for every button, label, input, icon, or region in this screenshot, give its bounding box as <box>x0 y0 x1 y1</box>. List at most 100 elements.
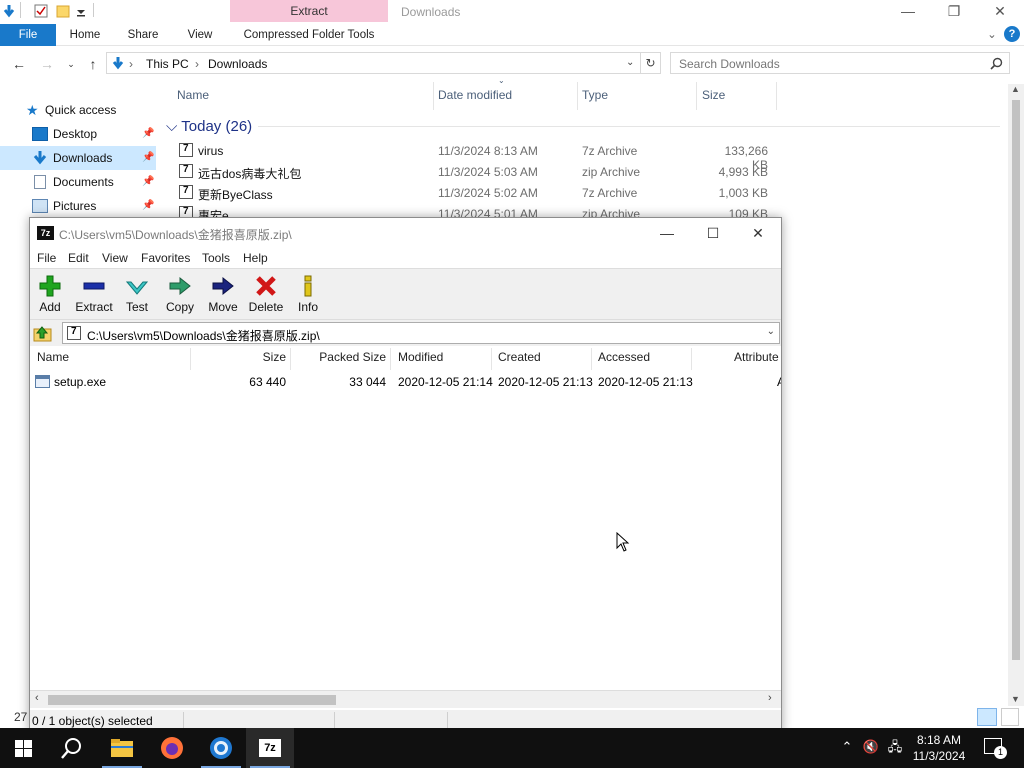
details-view-icon[interactable] <box>977 708 997 726</box>
info-button[interactable]: Info <box>286 273 330 317</box>
sidebar-item-downloads[interactable]: Downloads 📌 <box>0 146 156 170</box>
tab-share[interactable]: Share <box>116 24 170 46</box>
close-button[interactable]: ✕ <box>977 0 1023 24</box>
horizontal-scrollbar[interactable]: ‹ › <box>30 690 781 708</box>
taskbar-file-explorer[interactable] <box>98 728 146 768</box>
tab-file[interactable]: File <box>0 24 56 46</box>
col-created[interactable]: Created <box>498 350 541 370</box>
breadcrumb-this-pc[interactable]: This PC <box>146 57 189 71</box>
system-clock[interactable]: 8:18 AM 11/3/2024 <box>904 732 974 764</box>
volume-muted-icon[interactable]: 🔇 <box>862 738 880 756</box>
file-row[interactable]: 更新ByeClass 11/3/2024 5:02 AM 7z Archive … <box>176 183 776 204</box>
address-dropdown-icon[interactable]: ⌄ <box>626 57 634 68</box>
tray-chevron-icon[interactable]: ⌃ <box>838 738 856 756</box>
address-bar[interactable]: › This PC › Downloads ⌄ <box>106 52 641 74</box>
search-input[interactable]: Search Downloads <box>670 52 1010 74</box>
start-button[interactable] <box>0 728 48 768</box>
extract-button[interactable]: Extract <box>72 273 116 317</box>
file-size: 1,003 KB <box>718 186 768 200</box>
tab-view[interactable]: View <box>174 24 226 46</box>
taskbar-firefox[interactable] <box>148 728 196 768</box>
file-date: 11/3/2024 5:03 AM <box>438 165 538 179</box>
vertical-scrollbar[interactable]: ▲ ▼ <box>1008 84 1024 706</box>
maximize-button[interactable]: ❐ <box>931 0 977 24</box>
tab-compressed-folder-tools[interactable]: Compressed Folder Tools <box>230 24 388 46</box>
scroll-left-icon[interactable]: ‹ <box>35 692 39 704</box>
sidebar-item-documents[interactable]: Documents 📌 <box>0 170 156 194</box>
tab-home[interactable]: Home <box>58 24 112 46</box>
scrollbar-thumb[interactable] <box>1012 100 1020 660</box>
file-type: 7z Archive <box>582 144 638 158</box>
ribbon-expand-icon[interactable]: ⌄ <box>984 24 1000 46</box>
column-date-modified[interactable]: Date modified <box>438 88 512 102</box>
scrollbar-thumb[interactable] <box>48 695 336 705</box>
menu-file[interactable]: File <box>37 251 56 265</box>
table-row[interactable]: setup.exe 63 440 33 044 2020-12-05 21:14… <box>30 372 781 392</box>
7zip-close-button[interactable]: ✕ <box>735 223 781 243</box>
7zip-file-list: Name Size Packed Size Modified Created A… <box>30 346 781 689</box>
windows-logo-icon <box>15 740 32 757</box>
column-size[interactable]: Size <box>702 88 725 102</box>
path-dropdown-icon[interactable]: ⌄ <box>767 326 775 337</box>
column-divider <box>591 348 592 370</box>
taskbar-7zip[interactable]: 7z <box>246 728 294 768</box>
col-attribute[interactable]: Attribute <box>734 350 779 370</box>
menu-help[interactable]: Help <box>243 251 268 265</box>
menu-edit[interactable]: Edit <box>68 251 89 265</box>
minimize-button[interactable]: — <box>885 0 931 24</box>
up-folder-icon[interactable] <box>33 324 53 342</box>
sidebar-item-desktop[interactable]: Desktop 📌 <box>0 122 156 146</box>
path-text: C:\Users\vm5\Downloads\金猪报喜原版.zip\ <box>87 329 320 343</box>
copy-button[interactable]: Copy <box>158 273 202 317</box>
recent-chevron-icon[interactable]: ⌄ <box>62 54 80 74</box>
large-icons-view-icon[interactable] <box>1001 708 1019 726</box>
7zip-path-input[interactable]: C:\Users\vm5\Downloads\金猪报喜原版.zip\ ⌄ <box>62 322 780 344</box>
item-count: 27 <box>14 710 28 724</box>
search-icon <box>61 738 81 759</box>
column-name[interactable]: Name <box>177 88 209 102</box>
up-arrow-icon[interactable]: ↑ <box>84 54 102 74</box>
menu-tools[interactable]: Tools <box>202 251 230 265</box>
add-button[interactable]: Add <box>28 273 72 317</box>
back-arrow-icon[interactable]: ← <box>10 54 28 74</box>
test-button[interactable]: Test <box>115 273 159 317</box>
refresh-icon[interactable]: ↻ <box>641 52 661 74</box>
breadcrumb-downloads[interactable]: Downloads <box>208 57 267 71</box>
column-type[interactable]: Type <box>582 88 608 102</box>
search-button[interactable] <box>48 728 96 768</box>
7zip-minimize-button[interactable]: — <box>644 223 690 243</box>
pictures-icon <box>32 199 48 213</box>
col-modified[interactable]: Modified <box>398 350 443 370</box>
group-header[interactable]: ⌵ Today (26) <box>166 118 252 135</box>
7zip-menubar: File Edit View Favorites Tools Help <box>30 248 781 268</box>
file-row[interactable]: virus 11/3/2024 8:13 AM 7z Archive 133,2… <box>176 141 776 172</box>
network-icon[interactable]: 🖧 <box>886 738 904 756</box>
file-row[interactable]: 远古dos病毒大礼包 11/3/2024 5:03 AM zip Archive… <box>176 162 776 183</box>
file-size: 4,993 KB <box>718 165 768 179</box>
taskbar-browser[interactable] <box>197 728 245 768</box>
7zip-toolbar: Add Extract Test Copy Move Delete Info <box>30 268 781 320</box>
col-accessed[interactable]: Accessed <box>598 350 650 370</box>
delete-button[interactable]: Delete <box>244 273 288 317</box>
forward-arrow-icon[interactable]: → <box>38 54 56 74</box>
notification-icon[interactable]: 1 <box>984 738 1007 759</box>
sidebar-item-quick-access[interactable]: ★ Quick access <box>0 98 156 122</box>
sidebar-item-pictures[interactable]: Pictures 📌 <box>0 194 156 218</box>
col-packed-size[interactable]: Packed Size <box>290 350 386 370</box>
new-folder-icon[interactable] <box>56 4 70 18</box>
scroll-up-icon[interactable]: ▲ <box>1011 84 1020 94</box>
scroll-down-icon[interactable]: ▼ <box>1011 694 1020 704</box>
col-size[interactable]: Size <box>190 350 286 370</box>
7zip-maximize-button[interactable]: ☐ <box>690 223 736 243</box>
collapse-chevron-icon: ⌵ <box>166 118 178 135</box>
move-button[interactable]: Move <box>201 273 245 317</box>
scroll-right-icon[interactable]: › <box>768 692 772 704</box>
extract-context-tab[interactable]: Extract <box>230 0 388 22</box>
menu-view[interactable]: View <box>102 251 128 265</box>
col-name[interactable]: Name <box>37 350 69 370</box>
help-icon[interactable]: ? <box>1004 26 1020 42</box>
menu-favorites[interactable]: Favorites <box>141 251 190 265</box>
download-arrow-icon[interactable] <box>2 4 16 18</box>
qat-customize-icon[interactable] <box>76 4 90 18</box>
properties-icon[interactable] <box>34 4 48 18</box>
